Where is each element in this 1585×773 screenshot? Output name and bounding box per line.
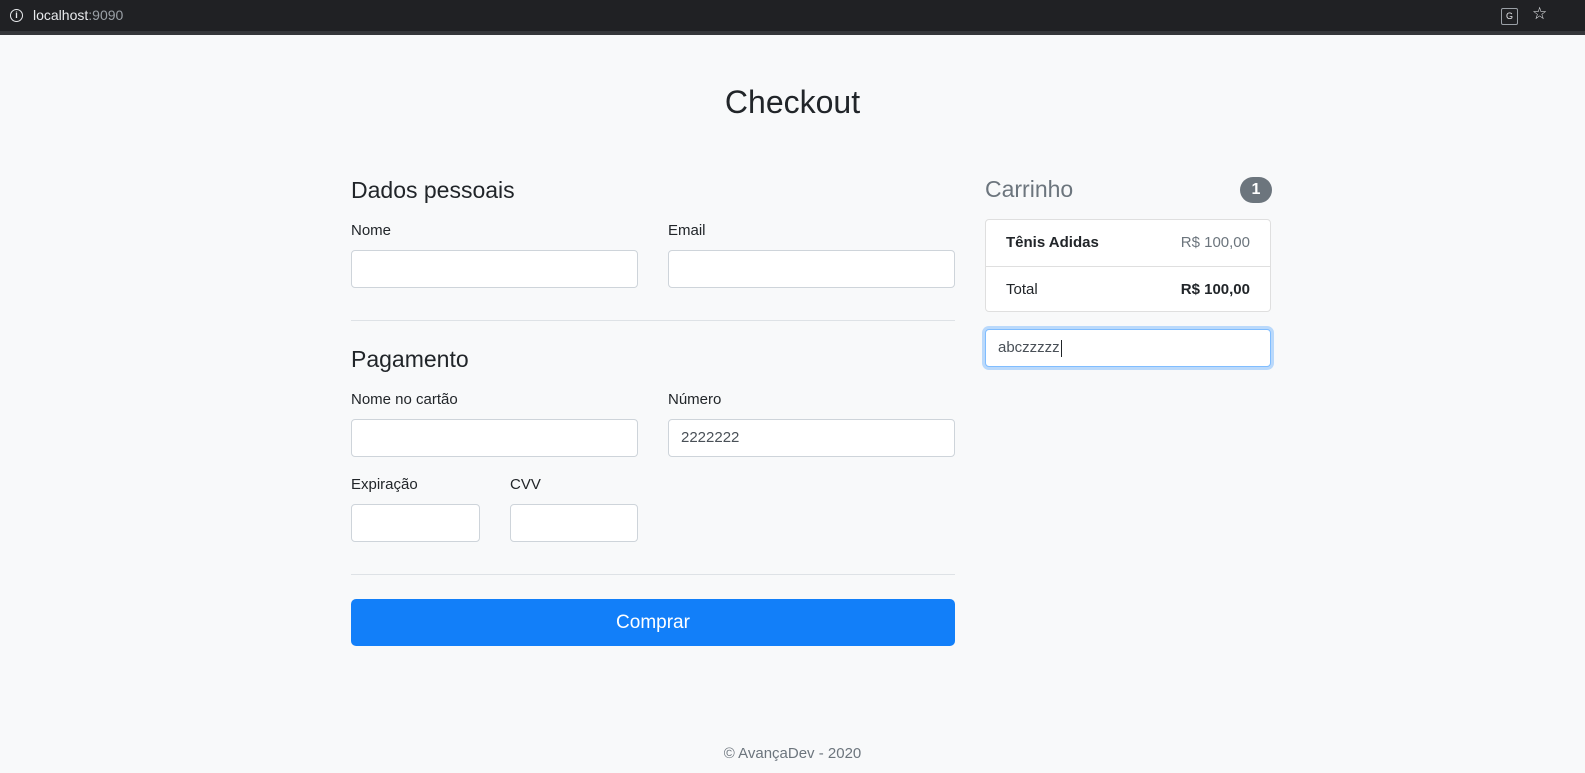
cart-item: Tênis Adidas R$ 100,00 — [986, 220, 1270, 267]
coupon-input-value: abczzzzz — [998, 339, 1060, 356]
bookmark-star-icon[interactable]: ☆ — [1532, 4, 1547, 24]
expiration-label: Expiração — [351, 476, 418, 493]
cart-total-row: Total R$ 100,00 — [986, 267, 1270, 313]
cart-heading: Carrinho — [985, 176, 1074, 202]
email-label: Email — [668, 222, 706, 239]
section-divider — [351, 574, 955, 575]
translate-icon[interactable]: G — [1501, 8, 1518, 25]
page-title: Checkout — [724, 84, 861, 120]
cart-total-value: R$ 100,00 — [1180, 281, 1250, 298]
buy-button[interactable]: Comprar — [351, 599, 955, 646]
personal-data-heading: Dados pessoais — [351, 177, 515, 203]
browser-toolbar: i localhost:9090 G ☆ — [0, 0, 1585, 35]
expiration-input[interactable] — [351, 504, 480, 542]
name-input[interactable] — [351, 250, 638, 288]
email-input[interactable] — [668, 250, 955, 288]
cart-item-name: Tênis Adidas — [1006, 234, 1099, 251]
address-bar[interactable]: localhost:9090 — [33, 7, 123, 23]
footer-copyright: © AvançaDev - 2020 — [723, 745, 862, 762]
info-icon[interactable]: i — [10, 9, 23, 22]
cart-item-price: R$ 100,00 — [1180, 234, 1250, 251]
cart-count-badge: 1 — [1240, 177, 1272, 203]
text-caret — [1060, 339, 1062, 357]
card-name-label: Nome no cartão — [351, 391, 458, 408]
payment-heading: Pagamento — [351, 346, 469, 372]
url-host: localhost — [33, 7, 89, 23]
cvv-input[interactable] — [510, 504, 638, 542]
cvv-label: CVV — [510, 476, 541, 493]
cart-list: Tênis Adidas R$ 100,00 Total R$ 100,00 — [985, 219, 1271, 312]
section-divider — [351, 320, 955, 321]
coupon-input[interactable]: abczzzzz — [985, 329, 1271, 367]
card-number-label: Número — [668, 391, 722, 408]
url-port: :9090 — [88, 7, 124, 23]
name-label: Nome — [351, 222, 392, 239]
card-name-input[interactable] — [351, 419, 638, 457]
card-number-input[interactable]: 2222222 — [668, 419, 955, 457]
cart-total-label: Total — [1006, 281, 1038, 298]
